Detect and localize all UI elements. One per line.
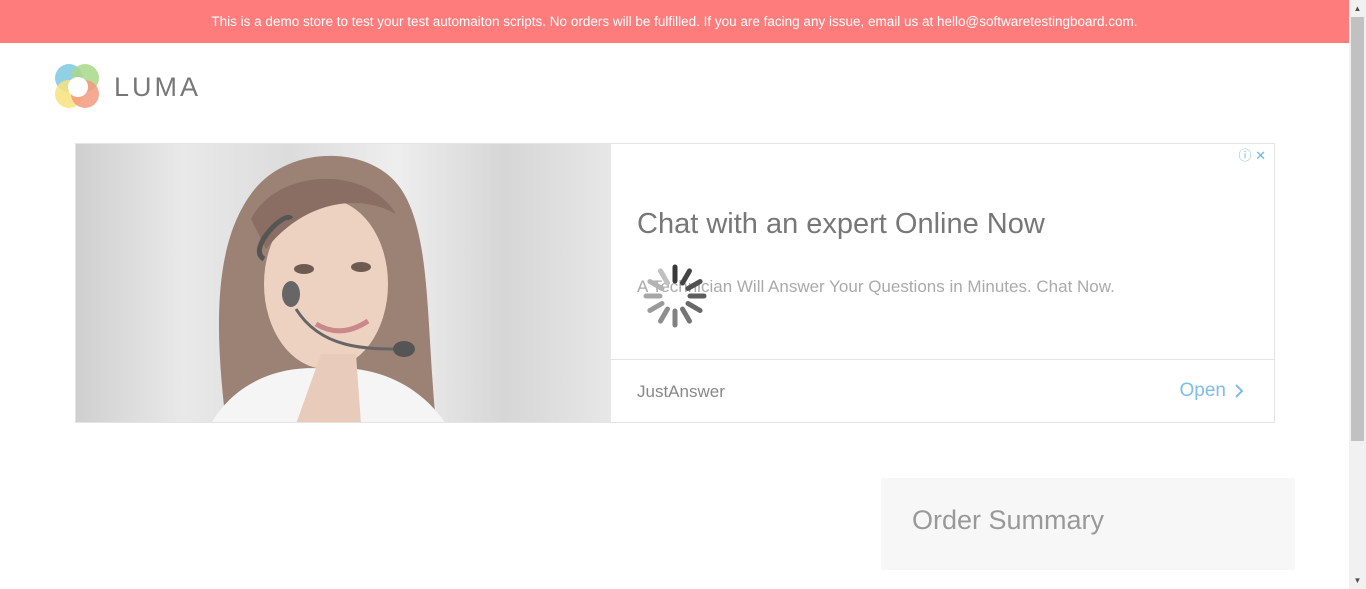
- demo-notice-banner: This is a demo store to test your test a…: [0, 0, 1349, 43]
- scroll-up-arrow-icon[interactable]: ▲: [1349, 0, 1366, 17]
- scrollbar-thumb[interactable]: [1351, 17, 1364, 441]
- checkout-page: This is a demo store to test your test a…: [0, 0, 1349, 589]
- demo-notice-text: This is a demo store to test your test a…: [211, 14, 1138, 29]
- vertical-scrollbar[interactable]: ▲ ▼: [1349, 0, 1366, 589]
- scroll-down-arrow-icon[interactable]: ▼: [1349, 572, 1366, 589]
- loading-spinner-icon: [643, 264, 707, 328]
